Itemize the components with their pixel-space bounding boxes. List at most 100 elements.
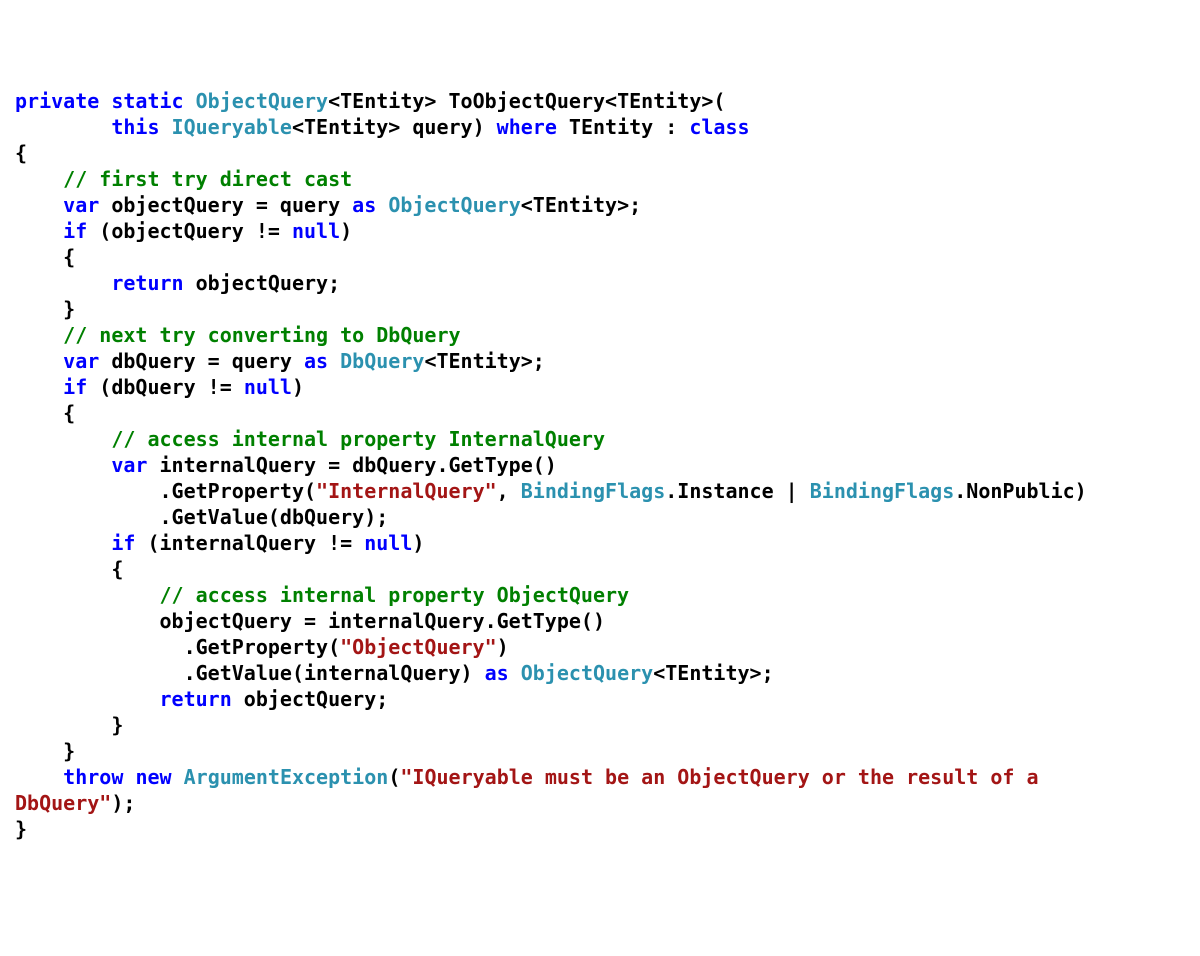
- code-token: (dbQuery !=: [87, 375, 244, 399]
- code-token: {: [15, 401, 75, 425]
- code-line: var objectQuery = query as ObjectQuery<T…: [15, 192, 1185, 218]
- code-token: [15, 219, 63, 243]
- code-token: }: [15, 297, 75, 321]
- code-token: ObjectQuery: [521, 661, 653, 685]
- code-token: as: [485, 661, 509, 685]
- code-token: }: [15, 713, 123, 737]
- code-token: <TEntity>;: [424, 349, 544, 373]
- code-token: [15, 323, 63, 347]
- code-token: // access internal property InternalQuer…: [111, 427, 605, 451]
- code-token: <TEntity> ToObjectQuery<TEntity>(: [328, 89, 725, 113]
- code-token: var: [111, 453, 147, 477]
- code-line: {: [15, 400, 1185, 426]
- code-token: [509, 661, 521, 685]
- code-token: as: [352, 193, 376, 217]
- code-token: if: [111, 531, 135, 555]
- code-token: throw: [63, 765, 123, 789]
- code-token: }: [15, 817, 27, 841]
- code-token: null: [292, 219, 340, 243]
- code-line: this IQueryable<TEntity> query) where TE…: [15, 114, 1185, 140]
- code-token: // access internal property ObjectQuery: [160, 583, 630, 607]
- code-line: if (dbQuery != null): [15, 374, 1185, 400]
- code-line: .GetValue(dbQuery);: [15, 504, 1185, 530]
- code-line: .GetValue(internalQuery) as ObjectQuery<…: [15, 660, 1185, 686]
- code-token: DbQuery: [340, 349, 424, 373]
- code-token: objectQuery = query: [99, 193, 352, 217]
- code-line: {: [15, 556, 1185, 582]
- code-token: );: [111, 791, 135, 815]
- code-token: objectQuery = internalQuery.GetType(): [15, 609, 605, 633]
- code-token: <TEntity> query): [292, 115, 497, 139]
- code-line: }: [15, 296, 1185, 322]
- code-token: [15, 375, 63, 399]
- code-token: ): [292, 375, 304, 399]
- code-line: // next try converting to DbQuery: [15, 322, 1185, 348]
- code-token: dbQuery = query: [99, 349, 304, 373]
- code-token: {: [15, 141, 27, 165]
- code-token: return: [160, 687, 232, 711]
- code-token: [15, 531, 111, 555]
- code-token: [160, 115, 172, 139]
- code-token: as: [304, 349, 328, 373]
- code-token: [15, 349, 63, 373]
- code-line: return objectQuery;: [15, 270, 1185, 296]
- code-token: ,: [497, 479, 521, 503]
- code-token: <TEntity>;: [653, 661, 773, 685]
- code-token: (objectQuery !=: [87, 219, 292, 243]
- code-line: var internalQuery = dbQuery.GetType(): [15, 452, 1185, 478]
- code-token: [15, 687, 160, 711]
- code-line: return objectQuery;: [15, 686, 1185, 712]
- code-token: (internalQuery !=: [135, 531, 364, 555]
- code-token: ArgumentException: [184, 765, 389, 789]
- code-line: private static ObjectQuery<TEntity> ToOb…: [15, 88, 1185, 114]
- code-token: // next try converting to DbQuery: [63, 323, 460, 347]
- code-token: [184, 89, 196, 113]
- code-token: [15, 115, 111, 139]
- code-token: <TEntity>;: [521, 193, 641, 217]
- code-token: ): [497, 635, 509, 659]
- code-token: .GetProperty(: [15, 479, 316, 503]
- code-line: var dbQuery = query as DbQuery<TEntity>;: [15, 348, 1185, 374]
- code-token: BindingFlags: [521, 479, 666, 503]
- code-token: private: [15, 89, 99, 113]
- code-token: [172, 765, 184, 789]
- code-token: static: [111, 89, 183, 113]
- code-line: // access internal property InternalQuer…: [15, 426, 1185, 452]
- code-token: [15, 193, 63, 217]
- code-token: IQueryable: [172, 115, 292, 139]
- code-token: [15, 765, 63, 789]
- code-token: .GetProperty(: [15, 635, 340, 659]
- code-token: }: [15, 739, 75, 763]
- code-line: .GetProperty("InternalQuery", BindingFla…: [15, 478, 1185, 504]
- code-token: ): [340, 219, 352, 243]
- code-token: .Instance |: [665, 479, 810, 503]
- code-token: class: [689, 115, 749, 139]
- code-token: objectQuery;: [184, 271, 341, 295]
- code-token: TEntity :: [557, 115, 689, 139]
- code-token: [328, 349, 340, 373]
- code-line: }: [15, 712, 1185, 738]
- code-token: null: [244, 375, 292, 399]
- code-token: BindingFlags: [810, 479, 955, 503]
- code-token: [376, 193, 388, 217]
- code-line: if (objectQuery != null): [15, 218, 1185, 244]
- code-token: ObjectQuery: [388, 193, 520, 217]
- code-token: [15, 453, 111, 477]
- code-token: ): [412, 531, 424, 555]
- code-token: return: [111, 271, 183, 295]
- code-line: // access internal property ObjectQuery: [15, 582, 1185, 608]
- code-line: {: [15, 244, 1185, 270]
- code-token: (: [388, 765, 400, 789]
- code-token: [15, 167, 63, 191]
- code-token: // first try direct cast: [63, 167, 352, 191]
- code-token: ObjectQuery: [196, 89, 328, 113]
- code-token: "InternalQuery": [316, 479, 497, 503]
- code-token: .NonPublic): [954, 479, 1086, 503]
- code-token: [15, 583, 160, 607]
- code-token: {: [15, 557, 123, 581]
- code-token: [15, 427, 111, 451]
- code-token: {: [15, 245, 75, 269]
- code-token: where: [497, 115, 557, 139]
- code-token: "IQueryable must be an ObjectQuery or th…: [400, 765, 1050, 789]
- code-token: "ObjectQuery": [340, 635, 497, 659]
